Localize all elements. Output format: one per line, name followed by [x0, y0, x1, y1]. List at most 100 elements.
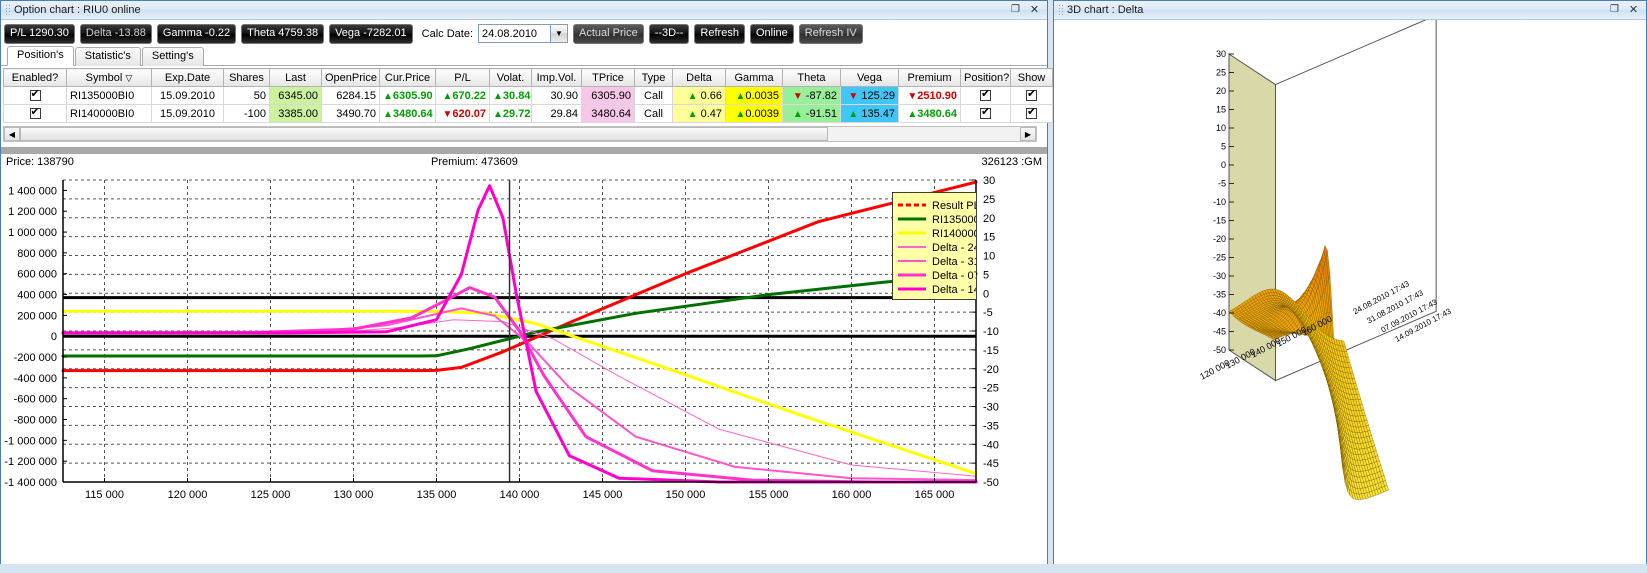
cell-premium: ▲3480.64: [898, 104, 961, 123]
arrow-down-icon: ▼: [792, 90, 803, 102]
checkbox-enabled[interactable]: [29, 106, 41, 120]
svg-text:135 000: 135 000: [417, 489, 457, 501]
grid-horizontal-scrollbar[interactable]: ◀ ▶: [3, 126, 1037, 142]
tab-settings[interactable]: Setting's: [141, 47, 204, 66]
col-show[interactable]: Show: [1010, 68, 1053, 87]
col-vega[interactable]: Vega: [840, 68, 899, 87]
svg-text:145 000: 145 000: [583, 489, 623, 501]
cell-position[interactable]: [960, 104, 1011, 123]
col-openprice[interactable]: OpenPrice: [321, 68, 380, 87]
pl-button[interactable]: P/L 1290.30: [4, 23, 75, 44]
chart-svg[interactable]: 1 400 000 1 200 000 1 000 000 800 000 600 00…: [1, 172, 1045, 502]
calc-date-picker[interactable]: ▼: [478, 24, 568, 43]
cell-pl: ▼620.07: [435, 104, 490, 123]
col-volat[interactable]: Volat.: [489, 68, 532, 87]
tab-positions[interactable]: Position's: [7, 46, 74, 66]
checkbox-position[interactable]: [980, 88, 991, 102]
col-shares[interactable]: Shares: [223, 68, 270, 87]
col-delta[interactable]: Delta: [672, 68, 726, 87]
maximize-icon[interactable]: ❐: [1009, 4, 1022, 17]
svg-text:165 000: 165 000: [915, 489, 955, 501]
cell-symbol: RI135000BI0: [66, 86, 152, 105]
svg-text:-5: -5: [983, 307, 993, 319]
cell-openprice: 3490.70: [321, 104, 380, 123]
col-enabled[interactable]: Enabled?: [3, 68, 67, 87]
close-icon[interactable]: ✕: [1627, 4, 1640, 17]
cell-position[interactable]: [960, 86, 1011, 105]
cell-impvol: 29.84: [531, 104, 582, 123]
cell-enabled[interactable]: [3, 104, 67, 123]
gamma-button[interactable]: Gamma -0.22: [156, 23, 237, 44]
table-row[interactable]: RI135000BI0 15.09.2010 50 6345.00 6284.1…: [3, 86, 1053, 105]
refresh-iv-button[interactable]: Refresh IV: [798, 23, 863, 44]
col-premium[interactable]: Premium: [898, 68, 961, 87]
arrow-up-icon: ▲: [493, 90, 503, 102]
refresh-button[interactable]: Refresh: [694, 23, 745, 44]
tab-statistics[interactable]: Statistic's: [74, 47, 141, 66]
svg-text:30: 30: [983, 175, 995, 187]
col-position[interactable]: Position?: [960, 68, 1011, 87]
svg-text:-10: -10: [983, 326, 999, 338]
cell-show[interactable]: [1010, 104, 1053, 123]
table-row[interactable]: RI140000BI0 15.09.2010 -100 3385.00 3490…: [3, 104, 1053, 123]
three-d-chart-body[interactable]: 30 25 20 15 10 5 0 -5 -10 -15 -20 -25 -30 -35 -40 -45 -5…: [1054, 14, 1646, 564]
svg-text:-45: -45: [983, 458, 999, 470]
col-impvol[interactable]: Imp.Vol.: [531, 68, 582, 87]
col-last[interactable]: Last: [269, 68, 322, 87]
pl-delta-chart[interactable]: 1 400 000 1 200 000 1 000 000 800 000 600 00…: [1, 172, 1045, 502]
arrow-up-icon: ▲: [442, 90, 453, 102]
online-button[interactable]: Online: [749, 23, 794, 44]
actual-price-button[interactable]: Actual Price: [573, 23, 644, 44]
cell-enabled[interactable]: [3, 86, 67, 105]
svg-text:-10: -10: [1213, 197, 1226, 207]
svg-text:-25: -25: [983, 383, 999, 395]
three-d-surface-svg[interactable]: 30 25 20 15 10 5 0 -5 -10 -15 -20 -25 -30 -35 -40 -45 -5…: [1054, 14, 1646, 562]
checkbox-position[interactable]: [980, 106, 991, 120]
window-grip-icon: [1058, 3, 1063, 17]
cell-exp-date: 15.09.2010: [151, 104, 224, 123]
svg-text:-40: -40: [983, 439, 999, 451]
theta-button[interactable]: Theta 4759.38: [241, 23, 325, 44]
maximize-icon[interactable]: ❐: [1608, 4, 1621, 17]
cell-tprice: 3480.64: [581, 104, 635, 123]
col-pl[interactable]: P/L: [435, 68, 490, 87]
svg-text:130 000: 130 000: [334, 489, 374, 501]
checkbox-show[interactable]: [1026, 88, 1037, 102]
table-header-row: Enabled? Symbol ▽ Exp.Date Shares Last O…: [3, 68, 1053, 87]
three-d-button[interactable]: --3D--: [648, 23, 690, 44]
svg-text:-25: -25: [1213, 253, 1226, 263]
svg-text:-5: -5: [1218, 179, 1226, 189]
svg-text:-600 000: -600 000: [14, 394, 57, 406]
delta-button[interactable]: Delta -13.88: [79, 23, 152, 44]
svg-text:120 000: 120 000: [168, 489, 208, 501]
checkbox-enabled[interactable]: [29, 88, 41, 102]
svg-text:Result PL: Result PL: [932, 200, 980, 212]
col-exp-date[interactable]: Exp.Date: [151, 68, 224, 87]
close-icon[interactable]: ✕: [1028, 4, 1041, 17]
col-theta[interactable]: Theta: [782, 68, 841, 87]
chevron-down-icon[interactable]: ▼: [550, 25, 567, 42]
application-root: Option chart : RIU0 online ❐ ✕ P/L 1290.…: [0, 0, 1647, 573]
svg-text:-50: -50: [983, 477, 999, 489]
cell-delta: ▲ 0.47: [672, 104, 726, 123]
svg-text:30: 30: [1216, 49, 1226, 59]
svg-text:5: 5: [1221, 142, 1226, 152]
col-tprice[interactable]: TPrice: [581, 68, 635, 87]
col-curprice[interactable]: Cur.Price: [379, 68, 436, 87]
scroll-left-icon[interactable]: ◀: [4, 127, 20, 141]
cell-gamma: ▲0.0039: [725, 104, 783, 123]
option-chart-window: Option chart : RIU0 online ❐ ✕ P/L 1290.…: [0, 0, 1053, 564]
option-chart-titlebar: Option chart : RIU0 online ❐ ✕: [1, 1, 1047, 20]
vega-button[interactable]: Vega -7282.01: [329, 23, 413, 44]
calc-date-input[interactable]: [479, 25, 550, 42]
col-symbol[interactable]: Symbol ▽: [66, 68, 152, 87]
scroll-right-icon[interactable]: ▶: [1020, 127, 1036, 141]
checkbox-show[interactable]: [1026, 106, 1037, 120]
cell-show[interactable]: [1010, 86, 1053, 105]
col-gamma[interactable]: Gamma: [725, 68, 783, 87]
cell-premium: ▼2510.90: [898, 86, 961, 105]
scroll-thumb[interactable]: [20, 127, 828, 141]
col-type[interactable]: Type: [634, 68, 673, 87]
svg-text:155 000: 155 000: [749, 489, 789, 501]
cell-volat: ▲30.84: [489, 86, 532, 105]
